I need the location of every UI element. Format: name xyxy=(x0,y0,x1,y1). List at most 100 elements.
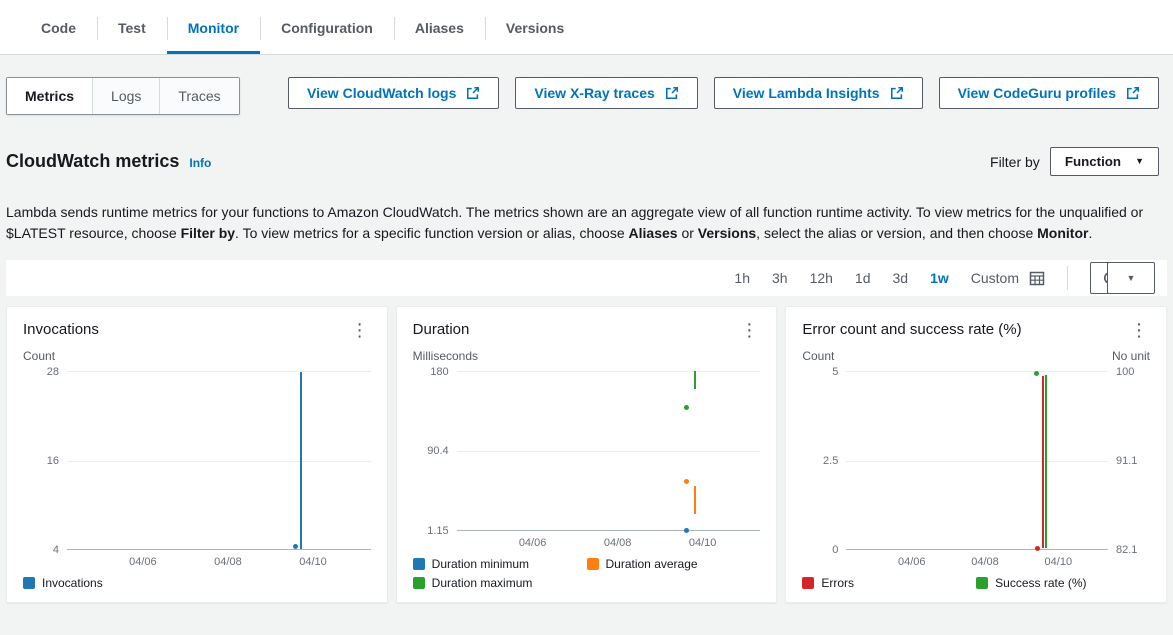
y-tick-label: 28 xyxy=(47,366,59,378)
tab-test[interactable]: Test xyxy=(97,0,167,54)
x-tick-label: 04/06 xyxy=(898,556,926,568)
kebab-menu-icon[interactable]: ⋮ xyxy=(738,321,760,339)
kebab-menu-icon[interactable]: ⋮ xyxy=(1128,321,1150,339)
range-12h[interactable]: 12h xyxy=(810,270,833,286)
legend-item[interactable]: Duration minimum xyxy=(413,557,587,571)
calendar-icon[interactable] xyxy=(1029,270,1045,286)
y-tick-label: 82.1 xyxy=(1116,544,1137,556)
function-filter-dropdown[interactable]: Function ▼ xyxy=(1050,147,1159,176)
description-segment: , select the alias or version, and then … xyxy=(756,225,1037,241)
external-links-group: View CloudWatch logs View X-Ray traces V… xyxy=(288,77,1159,109)
chart-data-line xyxy=(300,372,302,550)
x-tick-label: 04/08 xyxy=(214,556,242,568)
chart-legend: Errors Success rate (%) xyxy=(802,576,1150,590)
metrics-heading-row: CloudWatch metrics Info Filter by Functi… xyxy=(0,115,1173,176)
range-1d[interactable]: 1d xyxy=(855,270,871,286)
page-title: CloudWatch metrics xyxy=(6,151,179,172)
chart-title: Duration xyxy=(413,321,470,338)
view-codeguru-profiles-button[interactable]: View CodeGuru profiles xyxy=(939,77,1159,109)
chart-data-point xyxy=(293,544,298,549)
charts-row: Invocations ⋮ Count 28 16 4 04/0604/0804… xyxy=(6,306,1167,603)
button-label: View CodeGuru profiles xyxy=(958,85,1116,101)
external-link-icon xyxy=(1126,86,1140,100)
description: Lambda sends runtime metrics for your fu… xyxy=(0,190,1173,244)
y-tick-label: 0 xyxy=(832,544,838,556)
legend-swatch xyxy=(413,558,425,570)
legend-label: Duration average xyxy=(606,557,698,571)
range-3h[interactable]: 3h xyxy=(772,270,788,286)
y-tick-label: 180 xyxy=(430,366,448,378)
y-axis-ticks: 180 90.4 1.15 xyxy=(413,371,457,531)
view-xray-traces-button[interactable]: View X-Ray traces xyxy=(515,77,697,109)
chart-data-line xyxy=(694,371,696,389)
legend-item[interactable]: Duration maximum xyxy=(413,576,587,590)
legend-item[interactable]: Success rate (%) xyxy=(976,576,1150,590)
button-label: View X-Ray traces xyxy=(534,85,654,101)
y-tick-label: 2.5 xyxy=(823,455,838,467)
range-custom[interactable]: Custom xyxy=(971,270,1019,286)
monitor-subtabs: Metrics Logs Traces xyxy=(6,77,240,115)
legend-swatch xyxy=(587,558,599,570)
subtab-traces[interactable]: Traces xyxy=(160,78,238,114)
external-link-icon xyxy=(890,86,904,100)
x-tick-label: 04/10 xyxy=(689,537,717,549)
view-cloudwatch-logs-button[interactable]: View CloudWatch logs xyxy=(288,77,499,109)
view-lambda-insights-button[interactable]: View Lambda Insights xyxy=(714,77,923,109)
external-link-icon xyxy=(665,86,679,100)
legend-item[interactable]: Invocations xyxy=(23,576,371,590)
kebab-menu-icon[interactable]: ⋮ xyxy=(349,321,371,339)
refresh-options-dropdown[interactable]: ▼ xyxy=(1107,262,1155,294)
tab-versions[interactable]: Versions xyxy=(485,0,585,54)
x-tick-label: 04/10 xyxy=(1045,556,1073,568)
tab-label: Monitor xyxy=(188,20,239,36)
chart-legend: Invocations xyxy=(23,576,371,590)
tab-configuration[interactable]: Configuration xyxy=(260,0,394,54)
chart-legend: Duration minimum Duration average Durati… xyxy=(413,557,761,590)
y-axis-right-ticks: 100 91.1 82.1 xyxy=(1108,371,1150,550)
tab-aliases[interactable]: Aliases xyxy=(394,0,485,54)
chart-data-line xyxy=(1042,376,1044,548)
tab-monitor[interactable]: Monitor xyxy=(167,0,260,54)
x-axis-ticks: 04/06 04/08 04/10 xyxy=(457,531,761,551)
tab-label: Code xyxy=(41,20,76,36)
plot-area xyxy=(67,371,371,550)
description-segment: Aliases xyxy=(629,225,678,241)
y-tick-label: 16 xyxy=(47,455,59,467)
x-tick-label: 04/06 xyxy=(519,537,547,549)
range-3d[interactable]: 3d xyxy=(893,270,909,286)
chart-data-point xyxy=(684,405,689,410)
chart-data-line xyxy=(694,486,696,515)
y-axis-unit-label: Count xyxy=(23,349,55,363)
chart-data-line xyxy=(1045,375,1047,549)
y-tick-label: 90.4 xyxy=(427,445,448,457)
legend-label: Errors xyxy=(821,576,854,590)
function-tab-bar: Code Test Monitor Configuration Aliases … xyxy=(0,0,1173,55)
legend-swatch xyxy=(976,577,988,589)
tab-code[interactable]: Code xyxy=(20,0,97,54)
tab-label: Versions xyxy=(506,20,564,36)
x-tick-label: 04/08 xyxy=(971,556,999,568)
y-tick-label: 5 xyxy=(832,366,838,378)
range-1h[interactable]: 1h xyxy=(734,270,750,286)
chart-card-errors-success: Error count and success rate (%) ⋮ Count… xyxy=(785,306,1167,603)
time-range-bar: 1h 3h 12h 1d 3d 1w Custom ▼ xyxy=(6,260,1167,296)
x-tick-label: 04/06 xyxy=(129,556,157,568)
info-link[interactable]: Info xyxy=(189,156,211,170)
legend-item[interactable]: Duration average xyxy=(587,557,761,571)
x-axis-ticks: 04/06 04/08 04/10 xyxy=(846,550,1108,570)
chart-title: Error count and success rate (%) xyxy=(802,321,1021,338)
y-axis-ticks: 28 16 4 xyxy=(23,371,67,550)
x-tick-label: 04/08 xyxy=(604,537,632,549)
y-axis-right-unit-label: No unit xyxy=(1112,349,1150,363)
range-1w[interactable]: 1w xyxy=(930,270,949,286)
monitor-actions-row: Metrics Logs Traces View CloudWatch logs… xyxy=(0,55,1173,115)
legend-label: Success rate (%) xyxy=(995,576,1086,590)
subtab-metrics[interactable]: Metrics xyxy=(7,78,93,114)
divider xyxy=(1067,266,1068,290)
y-tick-label: 100 xyxy=(1116,366,1134,378)
filter-by-label: Filter by xyxy=(990,154,1040,170)
subtab-logs[interactable]: Logs xyxy=(93,78,160,114)
legend-item[interactable]: Errors xyxy=(802,576,976,590)
chart-title: Invocations xyxy=(23,321,99,338)
y-tick-label: 1.15 xyxy=(427,525,448,537)
